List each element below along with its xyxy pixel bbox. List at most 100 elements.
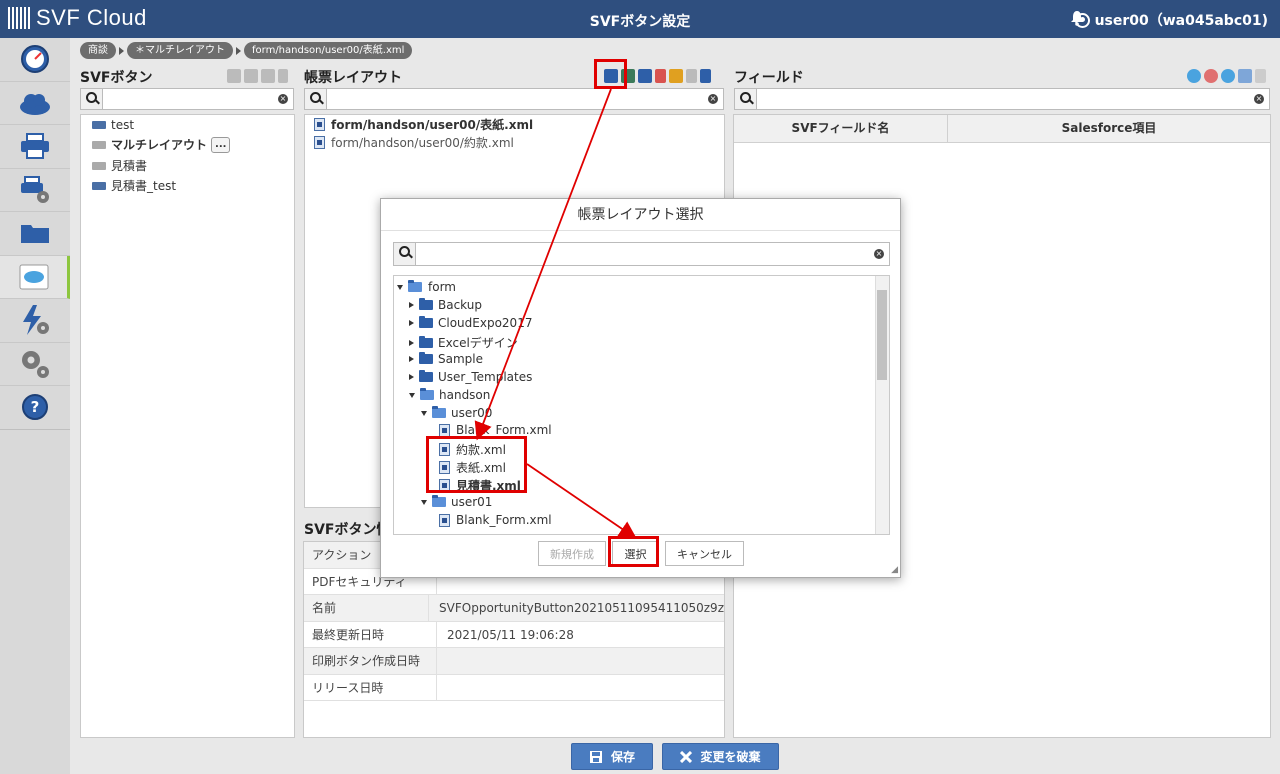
scrollbar[interactable] [875, 276, 889, 534]
folder-icon [419, 335, 433, 348]
edit-icon[interactable] [669, 69, 683, 83]
tree-node-folder[interactable]: handson [409, 388, 490, 402]
expand-icon[interactable] [409, 356, 414, 362]
nav-cloud[interactable] [0, 82, 70, 125]
tree-node-file[interactable]: 約款.xml [439, 441, 506, 458]
user-menu[interactable]: user00（wa045abc01) [1074, 10, 1268, 30]
layout-item[interactable]: form/handson/user00/表紙.xml [314, 116, 533, 133]
delete-icon[interactable] [655, 69, 666, 83]
tree-node-file[interactable]: Blank_Form.xml [439, 513, 552, 527]
tree-node-folder[interactable]: User_Templates [409, 370, 532, 384]
nav-dashboard[interactable] [0, 38, 70, 82]
new-button[interactable]: 新規作成 [538, 541, 606, 566]
expand-icon[interactable] [409, 392, 415, 398]
nav-printer[interactable] [0, 125, 70, 169]
clear-icon[interactable]: × [1254, 94, 1264, 104]
list-item-selected[interactable]: マルチレイアウト... [92, 136, 231, 153]
list-item-label: 見積書_test [111, 179, 177, 193]
tree-node-folder[interactable]: CloudExpo2017 [409, 316, 532, 330]
resize-handle-icon[interactable]: ◢ [891, 565, 898, 575]
expand-icon[interactable] [421, 410, 427, 416]
delete-icon[interactable] [278, 69, 288, 83]
save-button[interactable]: 保存 [571, 743, 653, 770]
add-field-icon[interactable] [1187, 69, 1201, 83]
delete-icon[interactable] [1255, 69, 1266, 83]
more-button[interactable]: ... [211, 136, 231, 153]
clear-icon[interactable]: × [874, 249, 884, 259]
folder-icon [419, 370, 433, 382]
folder-icon [419, 352, 433, 364]
printer-settings-icon [21, 175, 49, 203]
add-button-icon[interactable] [227, 69, 241, 83]
expand-icon[interactable] [409, 320, 414, 326]
tree-node-user00[interactable]: user00 [421, 406, 492, 420]
expand-icon[interactable] [409, 374, 414, 380]
info-value: SVFOpportunityButton20210511095411050z9z [439, 601, 724, 615]
discard-button[interactable]: 変更を破棄 [662, 743, 779, 770]
nav-help[interactable]: ? [0, 386, 70, 430]
info-title: SVFボタン情 [304, 522, 391, 538]
list-item[interactable]: test [92, 118, 134, 132]
nav-printer-settings[interactable] [0, 169, 70, 212]
nav-folder[interactable] [0, 212, 70, 256]
dialog-search[interactable]: × [393, 242, 890, 266]
info-key: 名前 [304, 595, 430, 621]
speedometer-icon [21, 45, 49, 74]
tree-node-label: 見積書.xml [456, 479, 521, 493]
cancel-button[interactable]: キャンセル [665, 541, 744, 566]
breadcrumb-item-2[interactable]: form/handson/user00/表紙.xml [244, 42, 413, 59]
fields-search[interactable]: × [734, 88, 1270, 110]
clear-icon[interactable]: × [278, 94, 288, 104]
tree-node-user01[interactable]: user01 [421, 495, 492, 509]
nav-salesforce[interactable] [0, 255, 70, 299]
svf-buttons-search[interactable]: × [80, 88, 294, 110]
column-header[interactable]: SVFフィールド名 [734, 115, 948, 142]
tree-node-folder[interactable]: Backup [409, 298, 482, 312]
expand-icon[interactable] [409, 302, 414, 308]
tree-node-label: form [428, 280, 456, 294]
layout-item[interactable]: form/handson/user00/約款.xml [314, 134, 514, 151]
move-down-icon[interactable] [700, 69, 711, 83]
tree-node-file[interactable]: Blank_Form.xml [439, 423, 552, 437]
tree-node-folder[interactable]: Sample [409, 352, 483, 366]
fields-toolbar [1187, 69, 1266, 83]
copy-button-icon[interactable] [244, 69, 258, 83]
folder-icon [419, 316, 433, 328]
layout-select-dialog: 帳票レイアウト選択 × form Backup CloudExpo2017 Ex… [380, 198, 901, 578]
nav-settings[interactable] [0, 343, 70, 386]
tree-node-folder[interactable]: Excelデザイン [409, 334, 518, 351]
column-header[interactable]: Salesforce項目 [948, 115, 1270, 142]
breadcrumb-item-1[interactable]: ＊マルチレイアウト [127, 42, 233, 59]
copy-icon[interactable] [1238, 69, 1252, 83]
list-item-label: 見積書 [111, 159, 148, 173]
select-button[interactable]: 選択 [612, 541, 659, 566]
expand-icon[interactable] [409, 339, 414, 346]
tree-node-label: 約款.xml [456, 443, 506, 457]
svf-buttons-list [80, 114, 295, 738]
move-button-icon[interactable] [261, 69, 275, 83]
user-layout-icon[interactable] [621, 69, 635, 83]
layout-settings-icon[interactable] [638, 69, 652, 83]
tree-node-form[interactable]: form [397, 280, 456, 294]
expand-icon[interactable] [421, 499, 427, 505]
nav-lightning[interactable] [0, 299, 70, 343]
scrollbar-thumb[interactable] [877, 290, 887, 380]
move-up-icon[interactable] [686, 69, 697, 83]
top-bar: SVF Cloud SVFボタン設定 user00（wa045abc01) [0, 0, 1280, 38]
field-settings-icon[interactable] [1221, 69, 1235, 83]
add-layout-icon[interactable] [604, 69, 618, 83]
remove-field-icon[interactable] [1204, 69, 1218, 83]
clear-icon[interactable]: × [708, 94, 718, 104]
layouts-search[interactable]: × [304, 88, 724, 110]
info-row: リリース日時 [304, 674, 724, 701]
tree-node-file[interactable]: 表紙.xml [439, 459, 506, 476]
layout-tree: form Backup CloudExpo2017 Excelデザイン Samp… [393, 275, 890, 535]
app-logo[interactable]: SVF Cloud [8, 5, 147, 31]
expand-icon[interactable] [397, 284, 403, 290]
xml-file-icon [439, 461, 450, 474]
breadcrumb-item-0[interactable]: 商談 [80, 42, 116, 59]
xml-file-icon [314, 136, 325, 149]
list-item[interactable]: 見積書_test [92, 177, 176, 194]
list-item[interactable]: 見積書 [92, 157, 147, 174]
tree-node-file-selected[interactable]: 見積書.xml [439, 477, 521, 494]
